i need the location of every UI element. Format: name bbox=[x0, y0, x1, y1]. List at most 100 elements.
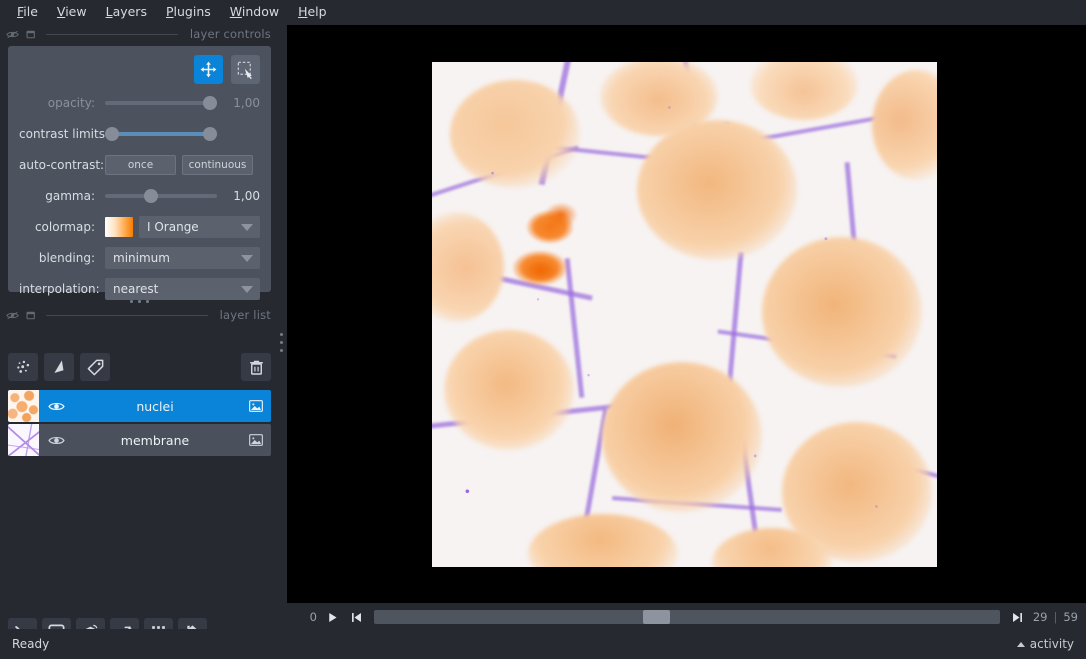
dims-slider-handle[interactable] bbox=[642, 610, 670, 624]
image-canvas[interactable] bbox=[432, 62, 937, 567]
nucleus-blob bbox=[872, 70, 937, 180]
gamma-slider[interactable] bbox=[105, 186, 217, 206]
layer-row-nuclei[interactable]: nuclei bbox=[8, 390, 271, 422]
layer-list-title: layer list bbox=[219, 308, 271, 322]
blending-combobox[interactable]: minimum bbox=[105, 247, 260, 269]
layer-thumbnail-membrane bbox=[8, 424, 39, 456]
mitotic-cluster bbox=[544, 202, 578, 228]
gamma-label: gamma: bbox=[45, 189, 95, 203]
opacity-handle[interactable] bbox=[203, 96, 217, 110]
layer-thumbnail-nuclei bbox=[8, 390, 39, 422]
opacity-value: 1,00 bbox=[233, 96, 260, 110]
contrast-limits-high-handle[interactable] bbox=[203, 127, 217, 141]
move-icon bbox=[200, 61, 217, 78]
layer-controls-titlebar: layer controls bbox=[0, 24, 279, 44]
new-labels-layer-button[interactable] bbox=[80, 353, 110, 381]
undock-icon[interactable] bbox=[25, 309, 38, 322]
napari-viewer-window: File View Layers Plugins Window Help lay… bbox=[0, 0, 1086, 659]
menu-plugins[interactable]: Plugins bbox=[157, 2, 220, 22]
trash-icon bbox=[249, 360, 263, 375]
labels-icon bbox=[87, 359, 103, 375]
interpolation-label: interpolation: bbox=[19, 282, 100, 296]
dims-counter-separator: | bbox=[1053, 610, 1058, 624]
nucleus-blob bbox=[602, 362, 762, 512]
dims-current-frame[interactable]: 29 bbox=[1033, 610, 1048, 624]
contrast-limits-label: contrast limits: bbox=[19, 127, 109, 141]
auto-contrast-row: once continuous bbox=[105, 154, 260, 176]
new-shapes-layer-button[interactable] bbox=[44, 353, 74, 381]
layer-type-icon-membrane bbox=[241, 432, 271, 448]
new-points-layer-button[interactable] bbox=[8, 353, 38, 381]
nucleus-blob bbox=[444, 330, 574, 450]
colormap-combobox[interactable]: I Orange bbox=[139, 216, 260, 238]
mode-button-group bbox=[194, 55, 260, 84]
float-dock-icon[interactable] bbox=[6, 309, 19, 322]
contrast-limits-low-handle[interactable] bbox=[105, 127, 119, 141]
gamma-handle[interactable] bbox=[144, 189, 159, 203]
shapes-icon bbox=[53, 359, 63, 373]
canvas-area[interactable] bbox=[287, 25, 1086, 603]
contrast-limits-slider[interactable] bbox=[105, 124, 217, 144]
menu-layers[interactable]: Layers bbox=[97, 2, 156, 22]
auto-contrast-label: auto-contrast: bbox=[19, 158, 105, 172]
undock-icon[interactable] bbox=[25, 28, 38, 41]
last-frame-button[interactable] bbox=[1009, 608, 1027, 626]
menu-view[interactable]: View bbox=[48, 2, 96, 22]
play-button[interactable] bbox=[323, 608, 341, 626]
layer-name-nuclei: nuclei bbox=[136, 398, 174, 414]
layer-visibility-toggle-nuclei[interactable] bbox=[39, 398, 73, 415]
dims-slider[interactable] bbox=[374, 610, 1000, 624]
image-icon bbox=[249, 434, 263, 446]
auto-contrast-continuous-button[interactable]: continuous bbox=[182, 155, 253, 175]
colormap-value: I Orange bbox=[147, 220, 199, 234]
layer-list-titlebar: layer list bbox=[0, 305, 279, 325]
layer-visibility-toggle-membrane[interactable] bbox=[39, 432, 73, 449]
dock-splitter-vertical[interactable] bbox=[276, 325, 286, 359]
gamma-track bbox=[105, 194, 217, 198]
status-message: Ready bbox=[12, 637, 50, 651]
gamma-value: 1,00 bbox=[233, 189, 260, 203]
blending-value: minimum bbox=[113, 251, 170, 265]
skip-start-icon bbox=[351, 612, 361, 622]
interpolation-value: nearest bbox=[113, 282, 159, 296]
layer-type-icon-nuclei bbox=[241, 398, 271, 414]
opacity-slider[interactable] bbox=[105, 93, 217, 113]
status-bar: Ready activity bbox=[0, 629, 1086, 659]
opacity-row: 1,00 bbox=[105, 92, 260, 114]
menu-window[interactable]: Window bbox=[221, 2, 288, 22]
blending-row: minimum bbox=[105, 247, 260, 269]
titlebar-rule bbox=[46, 314, 208, 316]
nucleus-blob bbox=[432, 212, 504, 322]
contrast-limits-track bbox=[105, 132, 217, 136]
eye-icon bbox=[47, 436, 65, 444]
layer-controls-title: layer controls bbox=[189, 27, 271, 41]
dims-total-frames: 59 bbox=[1063, 610, 1078, 624]
menu-help[interactable]: Help bbox=[289, 2, 336, 22]
pan-zoom-button[interactable] bbox=[194, 55, 223, 84]
dims-axis-label: 0 bbox=[309, 610, 317, 624]
chevron-down-icon bbox=[241, 255, 253, 262]
layer-controls-panel: opacity: 1,00 contrast limits: auto-cont… bbox=[8, 46, 271, 300]
opacity-label: opacity: bbox=[47, 96, 95, 110]
float-dock-icon[interactable] bbox=[6, 28, 19, 41]
gamma-row: 1,00 bbox=[105, 185, 260, 207]
blending-label: blending: bbox=[38, 251, 95, 265]
points-icon bbox=[16, 360, 29, 373]
chevron-down-icon bbox=[241, 224, 253, 231]
nucleus-blob bbox=[750, 62, 858, 120]
menu-file[interactable]: File bbox=[8, 2, 47, 22]
nucleus-blob bbox=[762, 237, 922, 387]
first-frame-button[interactable] bbox=[347, 608, 365, 626]
layer-row-membrane[interactable]: membrane bbox=[8, 424, 271, 456]
layer-list-button-bar bbox=[8, 352, 271, 382]
chevron-down-icon bbox=[241, 286, 253, 293]
transform-button[interactable] bbox=[231, 55, 260, 84]
auto-contrast-once-button[interactable]: once bbox=[105, 155, 176, 175]
delete-layer-button[interactable] bbox=[241, 353, 271, 381]
activity-button[interactable]: activity bbox=[1016, 637, 1074, 651]
colormap-label: colormap: bbox=[34, 220, 95, 234]
image-icon bbox=[249, 400, 263, 412]
titlebar-rule bbox=[46, 33, 178, 35]
contrast-limits-row bbox=[105, 123, 260, 145]
nucleus-blob bbox=[528, 514, 678, 567]
